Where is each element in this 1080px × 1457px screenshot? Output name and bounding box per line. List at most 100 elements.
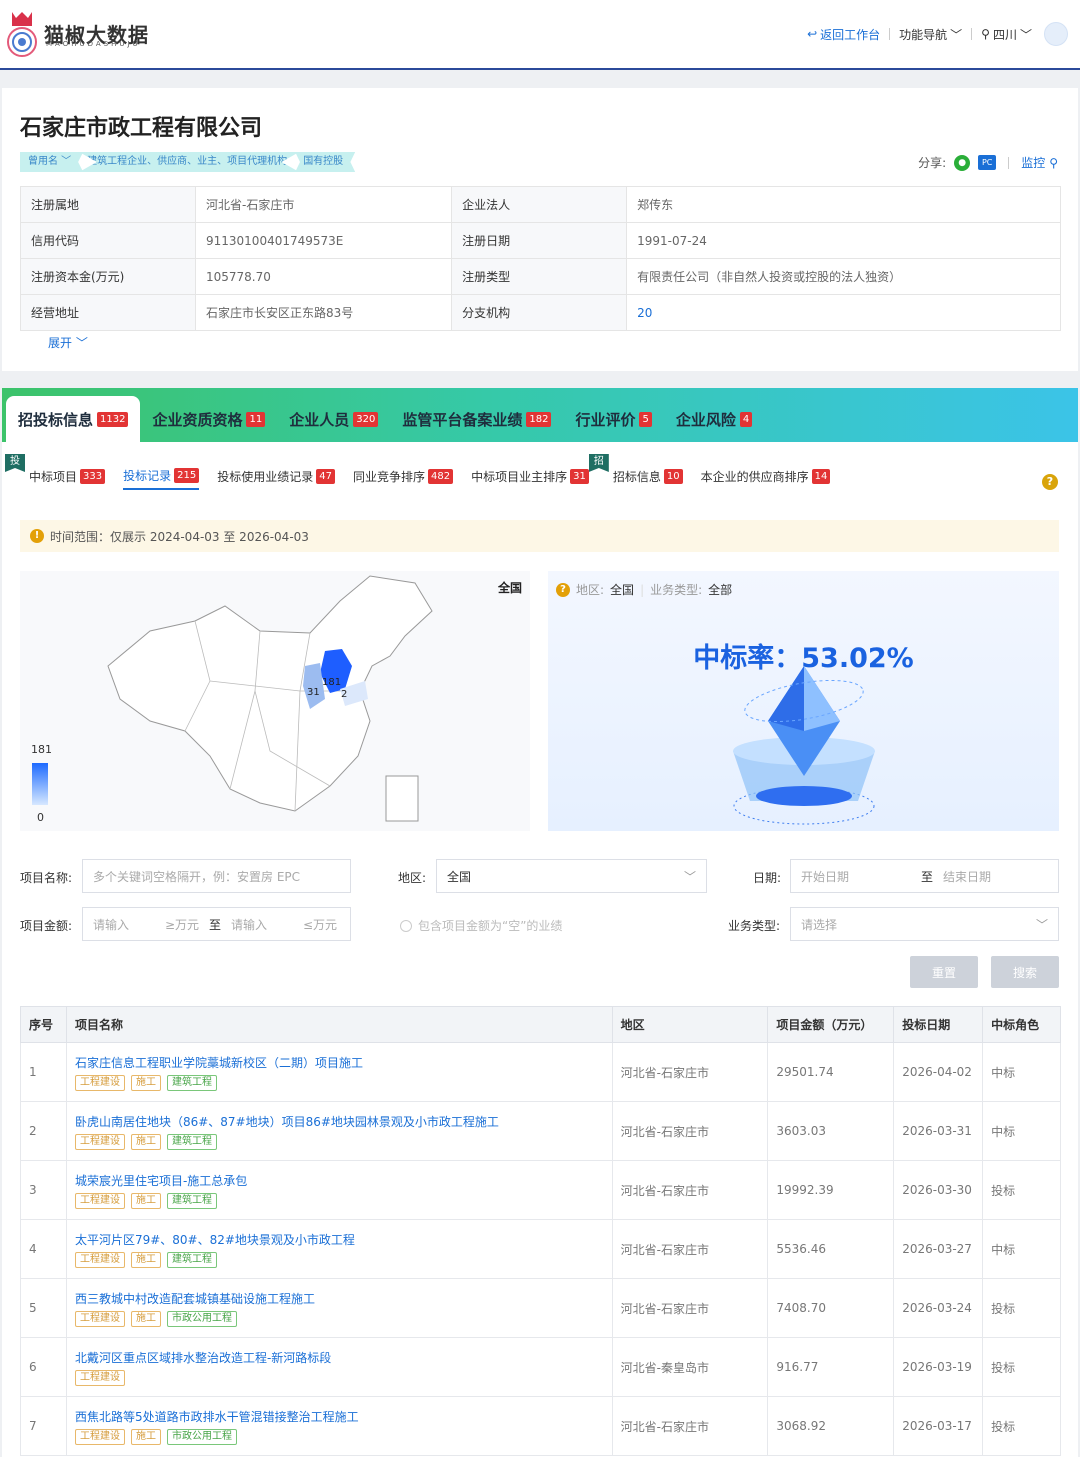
project-name-link[interactable]: 西焦北路等5处道路市政排水干管混错接整治工程施工 (75, 1408, 604, 1425)
divider (889, 28, 891, 40)
column-header: 项目名称 (65, 1006, 613, 1043)
role-cell[interactable]: 投标 (982, 1396, 1061, 1456)
project-name-link[interactable]: 城荣宸光里住宅项目-施工总承包 (75, 1172, 604, 1189)
wechat-icon[interactable]: ● (954, 154, 971, 171)
empty-amount-checkbox[interactable]: 包含项目金额为“空”的业绩 (400, 917, 562, 934)
legend-max: 181 (31, 743, 52, 756)
business-type-select[interactable]: 请选择 ﹀ (790, 907, 1059, 941)
date-label: 日期: (753, 871, 782, 885)
project-tags: 工程建设 施工 市政公用工程 (74, 1428, 604, 1445)
chevron-down-icon: ﹀ (950, 27, 963, 42)
china-outline (107, 575, 433, 812)
role-cell[interactable]: 中标 (982, 1219, 1061, 1279)
sub-tab-label: 投标使用业绩记录 (217, 469, 314, 484)
info-row: 注册资本金(万元) 105778.70 注册类型 有限责任公司（非自然人投资或控股的法… (20, 258, 1061, 295)
main-tab[interactable]: 企业风险 4 (664, 396, 764, 442)
main-tab[interactable]: 企业人员 320 (277, 396, 390, 442)
former-name-tag[interactable]: 曾用名 ﹀ (20, 152, 84, 172)
project-name-link[interactable]: 卧虎山南居住地块（86#、87#地块）项目86#地块园林景观及小市政工程施工 (75, 1113, 604, 1130)
chevron-down-icon: ﹀ (683, 869, 696, 884)
project-name-link[interactable]: 石家庄信息工程职业学院藁城新校区（二期）项目施工 (75, 1054, 604, 1071)
column-header: 投标日期 (893, 1006, 984, 1043)
sub-tab[interactable]: 中标项目业主排序 31 (471, 462, 589, 490)
bidding-section: 招投标信息 1132 企业资质资格 11 企业人员 320 监管平台备案业绩 182 行业评价 5… (2, 388, 1078, 1457)
sub-tab[interactable]: 投标使用业绩记录 47 (217, 462, 335, 490)
sub-tab-label: 招标信息 (612, 469, 661, 484)
table-row: 6 北戴河区重点区域排水整治改造工程-新河路标段 工程建设 河北省-秦皇岛市 916.7… (20, 1337, 1061, 1397)
user-avatar[interactable] (1044, 22, 1068, 46)
project-tag: 建筑工程 (166, 1192, 217, 1209)
map-label-shandong: 2 (341, 689, 347, 700)
region-select[interactable]: 全国 ﹀ (436, 859, 707, 893)
info-key: 注册类型 (451, 258, 628, 295)
sub-tabs: 投中标项目 333 投标记录 215 投标使用业绩记录 47 同业竞争排序 482 中标项目业主… (2, 454, 1078, 494)
info-key: 注册日期 (451, 222, 628, 259)
reset-button[interactable]: 重置 (910, 956, 978, 988)
role-cell[interactable]: 投标 (982, 1337, 1061, 1397)
sub-tab-count-badge: 31 (570, 468, 589, 484)
project-name-cell: 城荣宸光里住宅项目-施工总承包 工程建设 施工 建筑工程 (65, 1160, 613, 1220)
info-icon: ! (30, 529, 44, 543)
sub-tab[interactable]: 本企业的供应商排序 14 (701, 462, 831, 490)
info-value: 有限责任公司（非自然人投资或控股的法人独资） (626, 258, 1061, 295)
share-label: 分享: (918, 156, 947, 170)
project-name-link[interactable]: 太平河片区79#、80#、82#地块景观及小市政工程 (75, 1231, 604, 1248)
sub-tab[interactable]: 投标记录 215 (123, 462, 200, 490)
tab-count-badge: 182 (526, 411, 552, 427)
tab-label: 监管平台备案业绩 (402, 410, 523, 429)
divider (971, 28, 973, 40)
amount-cell: 29501.74 (767, 1042, 895, 1102)
info-key: 注册属地 (20, 186, 196, 223)
region-filter-label: 地区: (398, 871, 427, 885)
project-name-link[interactable]: 西三教城中村改造配套城镇基础设施工程施工 (75, 1290, 604, 1307)
project-tag: 工程建设 (74, 1251, 125, 1268)
map-label-hebei: 181 (322, 677, 341, 688)
amount-cell: 19992.39 (767, 1160, 895, 1220)
china-map[interactable]: 181 31 2 全国 181 0 (20, 571, 530, 831)
project-tag: 工程建设 (74, 1369, 125, 1386)
info-key: 经营地址 (20, 294, 196, 331)
expand-button[interactable]: 展开 ﹀ (48, 334, 88, 351)
search-button[interactable]: 搜索 (991, 956, 1059, 988)
project-name-cell: 太平河片区79#、80#、82#地块景观及小市政工程 工程建设 施工 建筑工程 (65, 1219, 613, 1279)
role-cell[interactable]: 中标 (982, 1101, 1061, 1161)
china-map-svg: 181 31 2 (107, 575, 433, 822)
tab-label: 企业人员 (289, 410, 350, 429)
main-tab[interactable]: 监管平台备案业绩 182 (390, 396, 563, 442)
table-row: 2 卧虎山南居住地块（86#、87#地块）项目86#地块园林景观及小市政工程施工工… (20, 1101, 1061, 1161)
region-cell: 河北省-石家庄市 (611, 1042, 769, 1102)
project-name-cell: 卧虎山南居住地块（86#、87#地块）项目86#地块园林景观及小市政工程施工 工程… (65, 1101, 613, 1161)
sub-tab[interactable]: 招招标信息 10 (588, 454, 683, 490)
amount-range-input[interactable]: 请输入 ≥万元至请输入 ≤万元 (82, 907, 351, 941)
pc-share-icon[interactable]: PC (978, 155, 997, 170)
column-header: 地区 (611, 1006, 769, 1043)
monitor-button[interactable]: 监控 ⚲ (1021, 154, 1058, 171)
main-tab[interactable]: 招投标信息 1132 (6, 396, 141, 442)
info-row: 注册属地 河北省-石家庄市 企业法人 郑传东 (20, 186, 1061, 223)
table-row: 4 太平河片区79#、80#、82#地块景观及小市政工程 工程建设 施工 建筑工程 河北省… (20, 1219, 1061, 1279)
sub-tab[interactable]: 同业竞争排序 482 (353, 462, 454, 490)
project-tag: 工程建设 (74, 1310, 125, 1327)
tab-count-badge: 1132 (97, 411, 129, 427)
info-value: 郑传东 (626, 186, 1061, 223)
main-tab[interactable]: 企业资质资格 11 (140, 396, 277, 442)
divider (1008, 156, 1010, 169)
project-name-cell: 石家庄信息工程职业学院藁城新校区（二期）项目施工 工程建设 施工 建筑工程 (65, 1042, 613, 1102)
role-cell[interactable]: 中标 (982, 1042, 1061, 1102)
role-cell[interactable]: 投标 (982, 1278, 1061, 1338)
back-to-workbench-link[interactable]: ↩ 返回工作台 (807, 26, 880, 43)
region-dropdown[interactable]: ⚲ 四川 ﹀ (981, 26, 1032, 43)
main-tab[interactable]: 行业评价 5 (563, 396, 663, 442)
sub-tab[interactable]: 投中标项目 333 (5, 454, 106, 490)
region-label: 四川 (992, 27, 1017, 42)
date-range-picker[interactable]: 开始日期至结束日期 (790, 859, 1059, 893)
amount-cell: 3068.92 (767, 1396, 895, 1456)
function-nav-dropdown[interactable]: 功能导航 ﹀ (899, 26, 962, 43)
project-name-input[interactable]: 多个关键词空格隔开，例：安置房 EPC (82, 859, 351, 893)
role-cell[interactable]: 投标 (982, 1160, 1061, 1220)
help-icon[interactable]: ? (1042, 474, 1058, 490)
info-row: 经营地址 石家庄市长安区正东路83号 分支机构 20 (20, 294, 1061, 331)
project-name-link[interactable]: 北戴河区重点区域排水整治改造工程-新河路标段 (75, 1349, 604, 1366)
brand-subtitle: MAOHUDASHUJU (46, 40, 141, 48)
info-value[interactable]: 20 (626, 294, 1061, 331)
